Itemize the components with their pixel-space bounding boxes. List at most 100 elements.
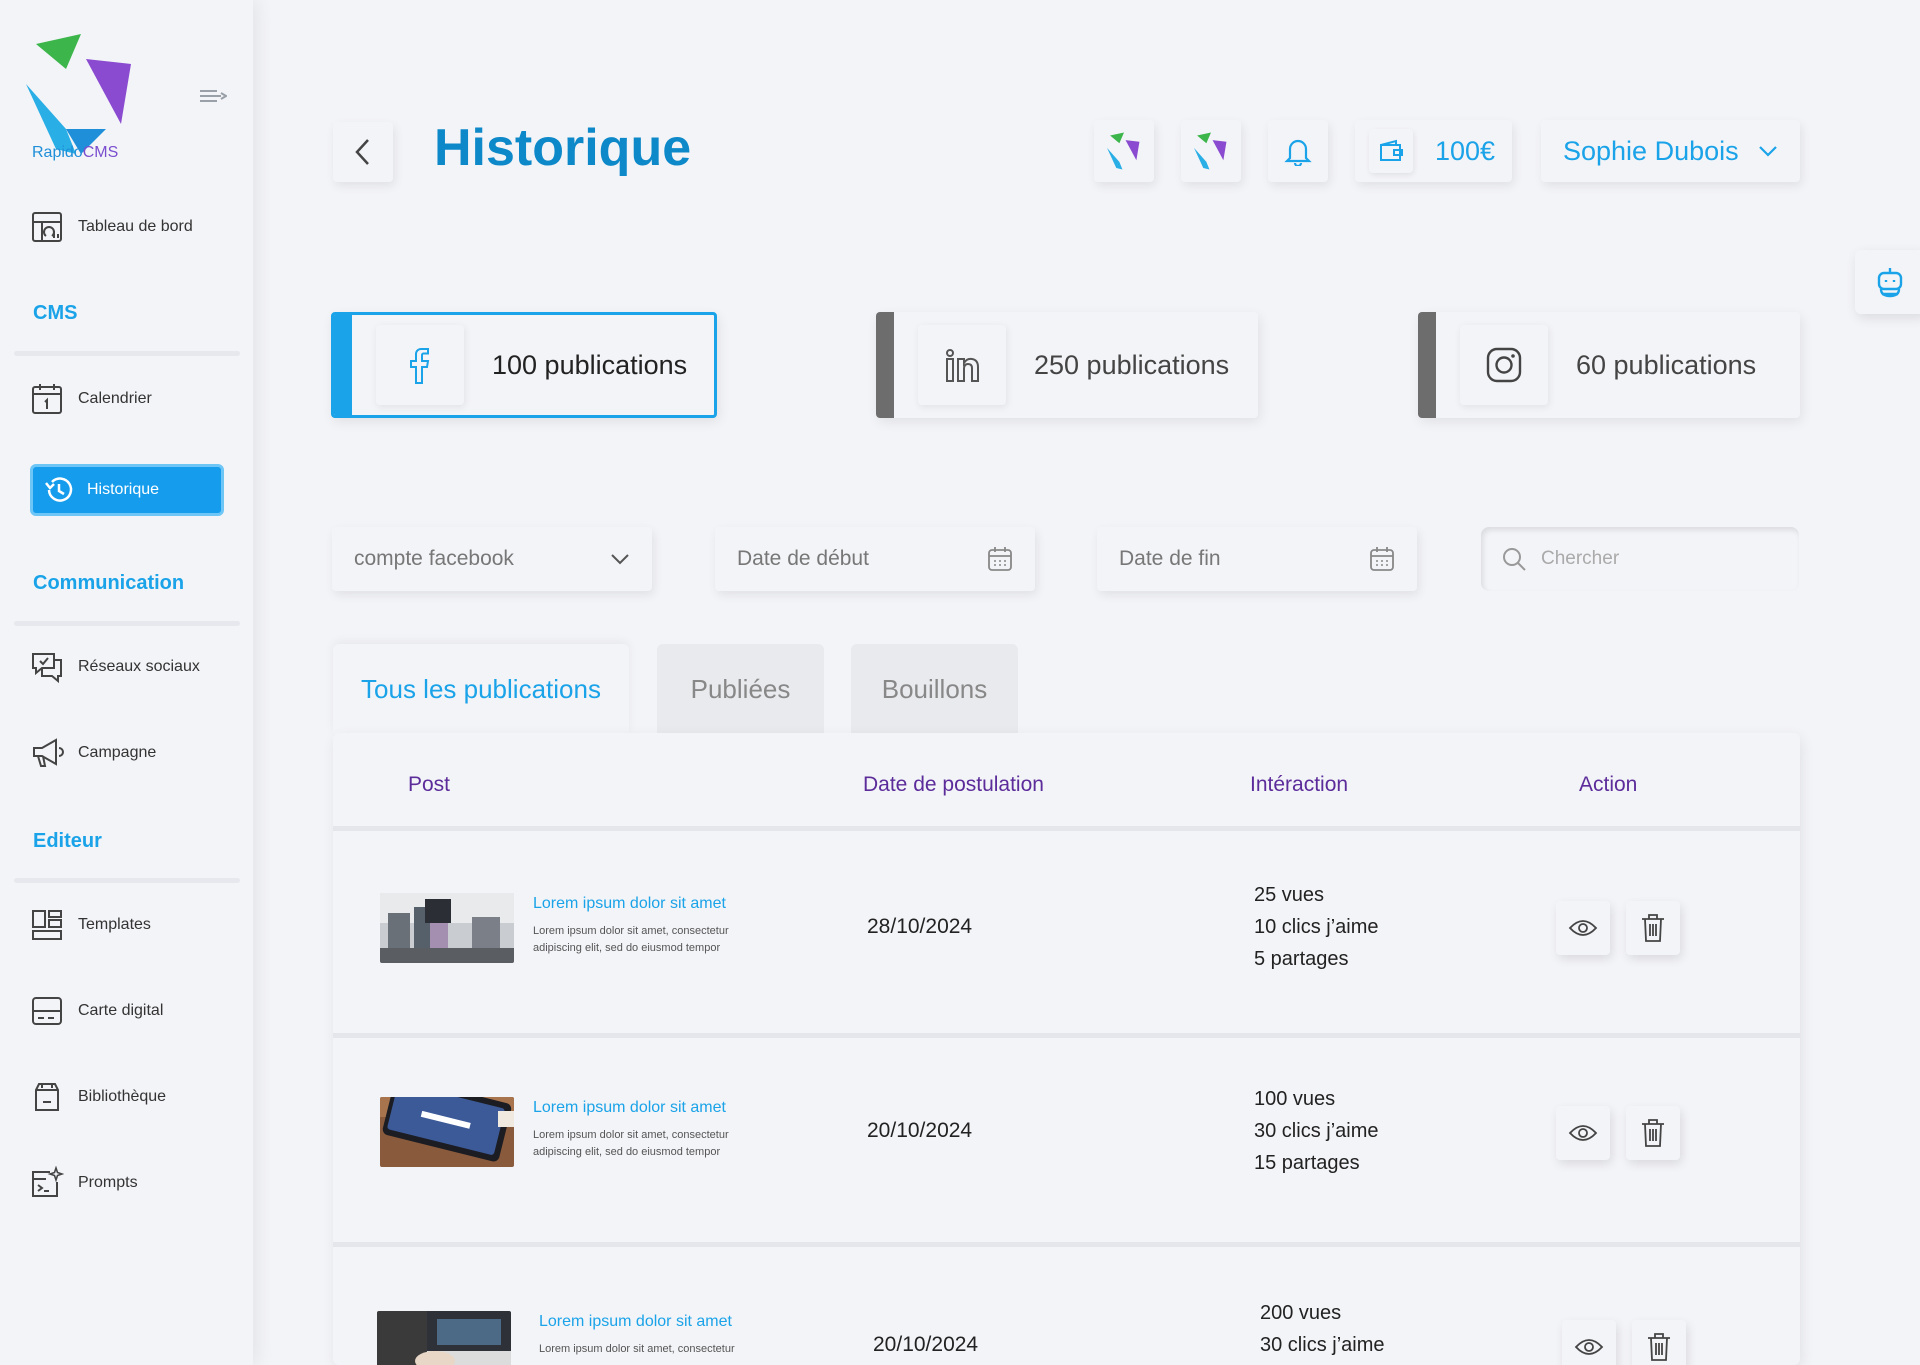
- column-header-interaction: Intéraction: [1250, 773, 1349, 796]
- prompts-icon: [32, 1166, 64, 1197]
- views-count: 100 vues: [1254, 1088, 1336, 1110]
- sidebar-item-label: Bibliothèque: [78, 1088, 167, 1105]
- linkedin-icon-wrap: [918, 325, 1006, 405]
- end-date-field[interactable]: Date de fin: [1097, 527, 1417, 591]
- section-title-communication: Communication: [33, 572, 185, 594]
- linkedin-icon: [946, 348, 979, 382]
- workspace-switch-button[interactable]: [1181, 120, 1241, 182]
- platform-count: 250 publications: [1034, 349, 1230, 380]
- sidebar-item-card[interactable]: Carte digital: [30, 991, 163, 1031]
- column-header-date: Date de postulation: [863, 773, 1044, 796]
- workspace-switch-button[interactable]: [1094, 120, 1154, 182]
- sidebar-item-label: Tableau de bord: [78, 218, 193, 235]
- publications-table: Post Date de postulation Intéraction Act…: [333, 733, 1800, 1365]
- sidebar-item-library[interactable]: Bibliothèque: [30, 1077, 166, 1117]
- platform-card-facebook[interactable]: 100 publications: [331, 312, 717, 418]
- view-button[interactable]: [1562, 1320, 1616, 1365]
- post-title[interactable]: Lorem ipsum dolor sit amet: [533, 895, 726, 913]
- facebook-icon-wrap: [376, 325, 464, 405]
- column-header-post: Post: [408, 773, 451, 796]
- search-input[interactable]: Chercher: [1481, 527, 1799, 591]
- end-date-placeholder: Date de fin: [1119, 547, 1221, 570]
- assistant-button[interactable]: [1855, 250, 1920, 314]
- collapse-sidebar-icon[interactable]: [199, 88, 227, 104]
- chevron-down-icon: [1759, 146, 1777, 157]
- rapidocms-logo-icon: [1107, 132, 1140, 170]
- post-thumbnail: [380, 1097, 514, 1167]
- post-interactions: 25 vues 10 clics j’aime 5 partages: [1254, 879, 1378, 975]
- likes-count: 30 clics j’aime: [1260, 1334, 1385, 1356]
- likes-count: 10 clics j’aime: [1254, 916, 1379, 938]
- back-button[interactable]: [333, 122, 393, 182]
- chat-bubbles-icon: [32, 653, 62, 684]
- column-header-action: Action: [1579, 773, 1638, 796]
- card-accent-bar: [876, 312, 894, 418]
- megaphone-icon: [33, 738, 64, 767]
- start-date-field[interactable]: Date de début: [715, 527, 1035, 591]
- sidebar-item-label: Réseaux sociaux: [78, 658, 200, 675]
- facebook-icon: [410, 348, 430, 384]
- delete-button[interactable]: [1626, 1106, 1680, 1160]
- wallet-button[interactable]: 100€: [1355, 120, 1512, 182]
- history-icon: [45, 477, 73, 502]
- user-menu[interactable]: Sophie Dubois: [1541, 120, 1800, 182]
- rapidocms-logo-icon: [1194, 132, 1227, 170]
- post-description: Lorem ipsum dolor sit amet, consectetur …: [533, 925, 729, 954]
- delete-button[interactable]: [1626, 901, 1680, 955]
- views-count: 200 vues: [1260, 1302, 1342, 1324]
- dashboard-icon: [32, 212, 62, 242]
- sidebar-item-label: Campagne: [78, 744, 157, 761]
- search-placeholder: Chercher: [1541, 548, 1620, 569]
- trash-icon: [1648, 1333, 1670, 1361]
- instagram-icon-wrap: [1460, 325, 1548, 405]
- sidebar-item-prompts[interactable]: Prompts: [30, 1163, 138, 1203]
- tab-drafts[interactable]: Bouillons: [851, 644, 1018, 734]
- trash-icon: [1642, 1119, 1664, 1147]
- eye-icon: [1568, 1125, 1598, 1141]
- post-interactions: 200 vues 30 clics j’aime: [1260, 1297, 1384, 1361]
- likes-count: 30 clics j’aime: [1254, 1120, 1379, 1142]
- view-button[interactable]: [1556, 1106, 1610, 1160]
- divider: [14, 621, 240, 626]
- sidebar-item-label: Prompts: [78, 1174, 138, 1191]
- rapidocms-logo: [26, 34, 131, 154]
- section-title-cms: CMS: [33, 302, 78, 324]
- calendar-icon: [32, 384, 62, 414]
- sidebar: RapidoCMS Tableau de bord CMS Calendrier…: [0, 0, 253, 1365]
- library-icon: [35, 1083, 59, 1111]
- calendar-icon: [988, 547, 1012, 571]
- delete-button[interactable]: [1632, 1320, 1686, 1365]
- tab-published[interactable]: Publiées: [657, 644, 824, 734]
- row-divider: [333, 1033, 1800, 1038]
- sidebar-item-social[interactable]: Réseaux sociaux: [30, 647, 200, 687]
- card-accent-bar: [334, 315, 352, 415]
- platform-card-instagram[interactable]: 60 publications: [1418, 312, 1800, 418]
- divider: [14, 351, 240, 356]
- post-title[interactable]: Lorem ipsum dolor sit amet: [539, 1313, 732, 1331]
- robot-icon: [1877, 268, 1903, 298]
- sidebar-item-dashboard[interactable]: Tableau de bord: [30, 207, 193, 247]
- tab-all[interactable]: Tous les publications: [333, 644, 629, 734]
- view-button[interactable]: [1556, 901, 1610, 955]
- account-select[interactable]: compte facebook: [332, 527, 652, 591]
- post-date: 20/10/2024: [873, 1333, 979, 1356]
- eye-icon: [1568, 920, 1598, 936]
- sidebar-item-label: Carte digital: [78, 1002, 164, 1019]
- sidebar-item-label: Historique: [87, 481, 160, 498]
- eye-icon: [1574, 1339, 1604, 1355]
- sidebar-item-history[interactable]: Historique: [30, 464, 224, 516]
- sidebar-item-label: Templates: [78, 916, 151, 933]
- post-thumbnail: [380, 893, 514, 963]
- sidebar-item-calendar[interactable]: Calendrier: [30, 379, 152, 419]
- shares-count: 5 partages: [1254, 948, 1349, 970]
- views-count: 25 vues: [1254, 884, 1325, 906]
- chevron-down-icon: [611, 554, 629, 565]
- sidebar-item-campaign[interactable]: Campagne: [30, 733, 156, 773]
- post-title[interactable]: Lorem ipsum dolor sit amet: [533, 1099, 726, 1117]
- platform-card-linkedin[interactable]: 250 publications: [876, 312, 1258, 418]
- sidebar-item-templates[interactable]: Templates: [30, 905, 151, 945]
- logo-text: RapidoCMS: [32, 144, 119, 161]
- platform-count: 60 publications: [1576, 349, 1757, 380]
- wallet-icon: [1380, 139, 1403, 161]
- notifications-button[interactable]: [1268, 120, 1328, 182]
